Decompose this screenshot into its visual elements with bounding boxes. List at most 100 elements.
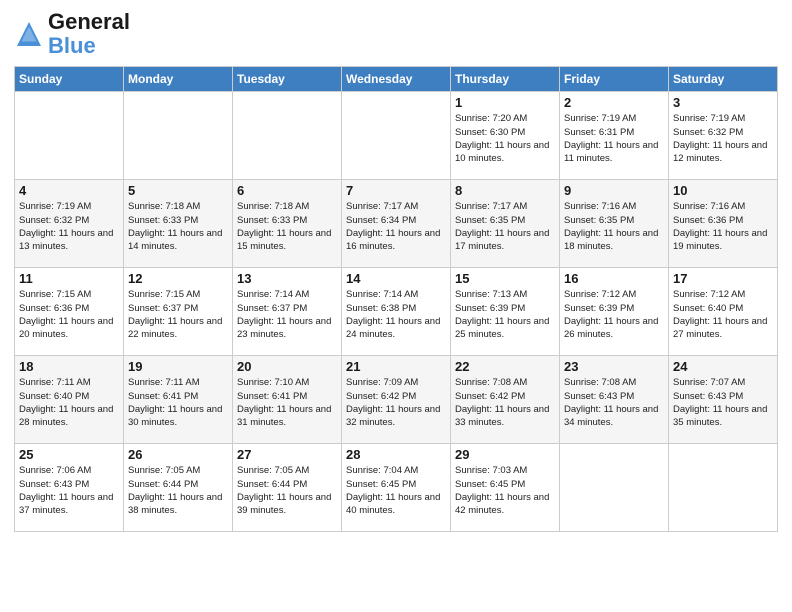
- calendar-cell: 10 Sunrise: 7:16 AM Sunset: 6:36 PM Dayli…: [669, 180, 778, 268]
- day-number: 26: [128, 447, 228, 462]
- day-number: 4: [19, 183, 119, 198]
- day-number: 10: [673, 183, 773, 198]
- day-info: Sunrise: 7:08 AM Sunset: 6:42 PM Dayligh…: [455, 376, 555, 429]
- calendar-cell: 5 Sunrise: 7:18 AM Sunset: 6:33 PM Daylig…: [124, 180, 233, 268]
- day-info: Sunrise: 7:12 AM Sunset: 6:39 PM Dayligh…: [564, 288, 664, 341]
- calendar-cell: 7 Sunrise: 7:17 AM Sunset: 6:34 PM Daylig…: [342, 180, 451, 268]
- calendar-cell: 6 Sunrise: 7:18 AM Sunset: 6:33 PM Daylig…: [233, 180, 342, 268]
- calendar-cell: 3 Sunrise: 7:19 AM Sunset: 6:32 PM Daylig…: [669, 92, 778, 180]
- day-number: 2: [564, 95, 664, 110]
- day-info: Sunrise: 7:14 AM Sunset: 6:37 PM Dayligh…: [237, 288, 337, 341]
- day-info: Sunrise: 7:04 AM Sunset: 6:45 PM Dayligh…: [346, 464, 446, 517]
- day-info: Sunrise: 7:11 AM Sunset: 6:40 PM Dayligh…: [19, 376, 119, 429]
- day-info: Sunrise: 7:19 AM Sunset: 6:32 PM Dayligh…: [673, 112, 773, 165]
- day-info: Sunrise: 7:16 AM Sunset: 6:35 PM Dayligh…: [564, 200, 664, 253]
- header: General Blue: [14, 10, 778, 58]
- day-info: Sunrise: 7:20 AM Sunset: 6:30 PM Dayligh…: [455, 112, 555, 165]
- day-number: 20: [237, 359, 337, 374]
- week-row-2: 4Sunrise: 7:19 AM Sunset: 6:32 PM Daylig…: [15, 180, 778, 268]
- calendar-cell: 11 Sunrise: 7:15 AM Sunset: 6:36 PM Dayli…: [15, 268, 124, 356]
- day-info: Sunrise: 7:19 AM Sunset: 6:31 PM Dayligh…: [564, 112, 664, 165]
- day-info: Sunrise: 7:09 AM Sunset: 6:42 PM Dayligh…: [346, 376, 446, 429]
- weekday-header-thursday: Thursday: [451, 67, 560, 92]
- logo-text: General Blue: [48, 10, 130, 58]
- calendar-cell: 12 Sunrise: 7:15 AM Sunset: 6:37 PM Dayli…: [124, 268, 233, 356]
- calendar-cell: 21 Sunrise: 7:09 AM Sunset: 6:42 PM Dayli…: [342, 356, 451, 444]
- day-info: Sunrise: 7:15 AM Sunset: 6:37 PM Dayligh…: [128, 288, 228, 341]
- calendar-cell: [669, 444, 778, 532]
- calendar-cell: 20Sunrise: 7:10 AM Sunset: 6:41 PM Dayli…: [233, 356, 342, 444]
- calendar-cell: 24Sunrise: 7:07 AM Sunset: 6:43 PM Dayli…: [669, 356, 778, 444]
- day-info: Sunrise: 7:14 AM Sunset: 6:38 PM Dayligh…: [346, 288, 446, 341]
- day-info: Sunrise: 7:05 AM Sunset: 6:44 PM Dayligh…: [237, 464, 337, 517]
- week-row-3: 11 Sunrise: 7:15 AM Sunset: 6:36 PM Dayli…: [15, 268, 778, 356]
- day-info: Sunrise: 7:15 AM Sunset: 6:36 PM Dayligh…: [19, 288, 119, 341]
- weekday-header-friday: Friday: [560, 67, 669, 92]
- page: General Blue SundayMondayTuesdayWednesda…: [0, 0, 792, 612]
- calendar-cell: [15, 92, 124, 180]
- day-number: 14: [346, 271, 446, 286]
- calendar-cell: 29 Sunrise: 7:03 AM Sunset: 6:45 PM Dayli…: [451, 444, 560, 532]
- day-number: 24: [673, 359, 773, 374]
- calendar-cell: [124, 92, 233, 180]
- calendar-cell: 18Sunrise: 7:11 AM Sunset: 6:40 PM Dayli…: [15, 356, 124, 444]
- day-number: 11: [19, 271, 119, 286]
- day-number: 7: [346, 183, 446, 198]
- day-number: 12: [128, 271, 228, 286]
- week-row-4: 18Sunrise: 7:11 AM Sunset: 6:40 PM Dayli…: [15, 356, 778, 444]
- day-number: 28: [346, 447, 446, 462]
- day-number: 16: [564, 271, 664, 286]
- logo-blue: Blue: [48, 33, 96, 58]
- day-number: 15: [455, 271, 555, 286]
- day-number: 9: [564, 183, 664, 198]
- day-number: 21: [346, 359, 446, 374]
- day-info: Sunrise: 7:06 AM Sunset: 6:43 PM Dayligh…: [19, 464, 119, 517]
- logo-icon: [14, 19, 44, 49]
- logo-area: General Blue: [14, 10, 130, 58]
- day-info: Sunrise: 7:16 AM Sunset: 6:36 PM Dayligh…: [673, 200, 773, 253]
- weekday-header-monday: Monday: [124, 67, 233, 92]
- weekday-header-tuesday: Tuesday: [233, 67, 342, 92]
- day-info: Sunrise: 7:11 AM Sunset: 6:41 PM Dayligh…: [128, 376, 228, 429]
- day-info: Sunrise: 7:13 AM Sunset: 6:39 PM Dayligh…: [455, 288, 555, 341]
- day-number: 3: [673, 95, 773, 110]
- day-number: 27: [237, 447, 337, 462]
- calendar-cell: 8 Sunrise: 7:17 AM Sunset: 6:35 PM Daylig…: [451, 180, 560, 268]
- logo-general: General: [48, 9, 130, 34]
- day-number: 19: [128, 359, 228, 374]
- day-number: 1: [455, 95, 555, 110]
- calendar-cell: [233, 92, 342, 180]
- day-number: 13: [237, 271, 337, 286]
- day-number: 25: [19, 447, 119, 462]
- calendar: SundayMondayTuesdayWednesdayThursdayFrid…: [14, 66, 778, 532]
- calendar-cell: 4Sunrise: 7:19 AM Sunset: 6:32 PM Daylig…: [15, 180, 124, 268]
- calendar-cell: 14 Sunrise: 7:14 AM Sunset: 6:38 PM Dayli…: [342, 268, 451, 356]
- calendar-cell: 15 Sunrise: 7:13 AM Sunset: 6:39 PM Dayli…: [451, 268, 560, 356]
- day-info: Sunrise: 7:17 AM Sunset: 6:35 PM Dayligh…: [455, 200, 555, 253]
- week-row-5: 25 Sunrise: 7:06 AM Sunset: 6:43 PM Dayli…: [15, 444, 778, 532]
- day-number: 29: [455, 447, 555, 462]
- weekday-header-sunday: Sunday: [15, 67, 124, 92]
- day-number: 23: [564, 359, 664, 374]
- day-info: Sunrise: 7:18 AM Sunset: 6:33 PM Dayligh…: [237, 200, 337, 253]
- week-row-1: 1 Sunrise: 7:20 AM Sunset: 6:30 PM Daylig…: [15, 92, 778, 180]
- day-info: Sunrise: 7:03 AM Sunset: 6:45 PM Dayligh…: [455, 464, 555, 517]
- calendar-cell: [342, 92, 451, 180]
- day-info: Sunrise: 7:12 AM Sunset: 6:40 PM Dayligh…: [673, 288, 773, 341]
- day-number: 22: [455, 359, 555, 374]
- calendar-cell: 9 Sunrise: 7:16 AM Sunset: 6:35 PM Daylig…: [560, 180, 669, 268]
- calendar-cell: 16 Sunrise: 7:12 AM Sunset: 6:39 PM Dayli…: [560, 268, 669, 356]
- calendar-cell: [560, 444, 669, 532]
- day-info: Sunrise: 7:17 AM Sunset: 6:34 PM Dayligh…: [346, 200, 446, 253]
- day-info: Sunrise: 7:08 AM Sunset: 6:43 PM Dayligh…: [564, 376, 664, 429]
- weekday-header-row: SundayMondayTuesdayWednesdayThursdayFrid…: [15, 67, 778, 92]
- day-number: 17: [673, 271, 773, 286]
- day-number: 5: [128, 183, 228, 198]
- weekday-header-wednesday: Wednesday: [342, 67, 451, 92]
- day-info: Sunrise: 7:05 AM Sunset: 6:44 PM Dayligh…: [128, 464, 228, 517]
- day-number: 8: [455, 183, 555, 198]
- calendar-cell: 25 Sunrise: 7:06 AM Sunset: 6:43 PM Dayli…: [15, 444, 124, 532]
- day-number: 6: [237, 183, 337, 198]
- day-info: Sunrise: 7:18 AM Sunset: 6:33 PM Dayligh…: [128, 200, 228, 253]
- calendar-cell: 27 Sunrise: 7:05 AM Sunset: 6:44 PM Dayli…: [233, 444, 342, 532]
